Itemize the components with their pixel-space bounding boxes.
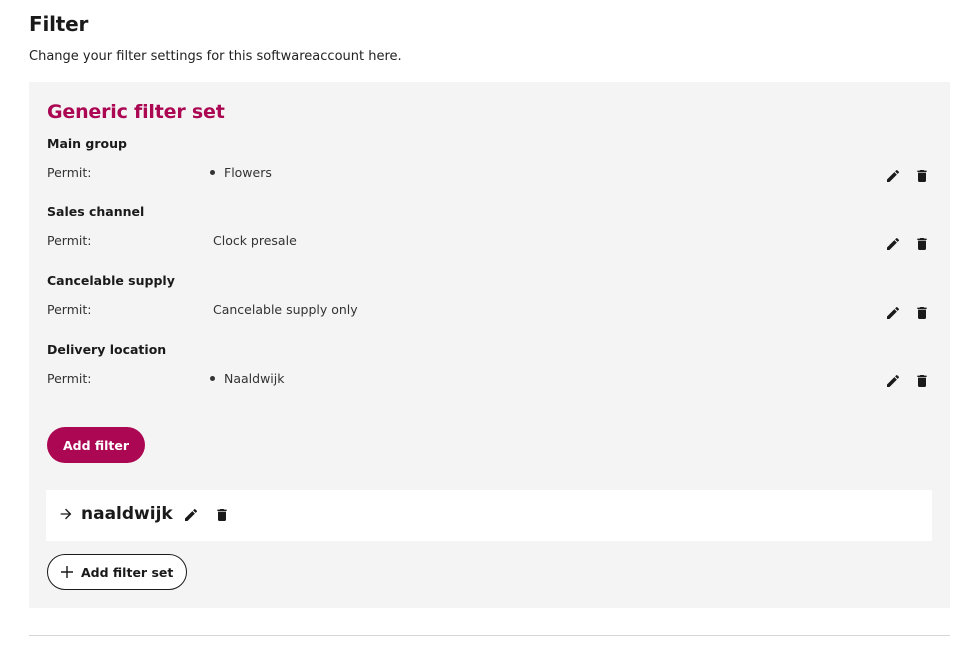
delete-filter-button[interactable]	[913, 304, 931, 322]
collapsed-filter-set[interactable]: naaldwijk	[46, 490, 932, 541]
permit-value: Clock presale	[213, 233, 297, 248]
arrow-right-icon[interactable]	[58, 506, 74, 522]
edit-filter-button[interactable]	[884, 167, 902, 185]
filter-group-sales-channel: Sales channel Permit: Clock presale	[47, 204, 937, 264]
permit-value: Cancelable supply only	[213, 302, 358, 317]
filter-group-delivery-location: Delivery location Permit: Naaldwijk	[47, 342, 937, 402]
trash-icon	[917, 170, 927, 182]
pencil-icon	[185, 508, 198, 521]
trash-icon	[917, 375, 927, 387]
permit-value-text: Flowers	[224, 165, 272, 180]
trash-icon	[917, 238, 927, 250]
permit-label: Permit:	[47, 233, 92, 248]
delete-filter-set-button[interactable]	[213, 506, 231, 524]
add-filter-set-label: Add filter set	[81, 564, 174, 580]
bullet-icon	[210, 376, 215, 381]
permit-value: Flowers	[210, 165, 272, 180]
add-filter-set-button[interactable]: Add filter set	[47, 554, 187, 590]
add-filter-button[interactable]: Add filter	[47, 427, 145, 463]
filter-group-cancelable-supply: Cancelable supply Permit: Cancelable sup…	[47, 273, 937, 333]
filter-group-title: Delivery location	[47, 342, 167, 357]
permit-label: Permit:	[47, 165, 92, 180]
trash-icon	[217, 509, 227, 521]
filter-set-name: naaldwijk	[81, 504, 173, 524]
filter-panel: Generic filter set Main group Permit: Fl…	[29, 82, 950, 608]
edit-filter-button[interactable]	[884, 304, 902, 322]
pencil-icon	[887, 306, 900, 319]
filter-group-main-group: Main group Permit: Flowers	[47, 136, 937, 196]
page-title: Filter	[29, 12, 89, 36]
filter-set-title: Generic filter set	[47, 101, 225, 123]
plus-icon	[60, 565, 74, 579]
page-description: Change your filter settings for this sof…	[29, 49, 402, 64]
filter-group-title: Sales channel	[47, 204, 145, 219]
divider	[29, 635, 950, 636]
filter-group-title: Main group	[47, 136, 127, 151]
bullet-icon	[210, 170, 215, 175]
permit-label: Permit:	[47, 371, 92, 386]
pencil-icon	[887, 169, 900, 182]
delete-filter-button[interactable]	[913, 235, 931, 253]
permit-value: Naaldwijk	[210, 371, 285, 386]
pencil-icon	[887, 374, 900, 387]
delete-filter-button[interactable]	[913, 372, 931, 390]
permit-value-text: Naaldwijk	[224, 371, 285, 386]
edit-filter-button[interactable]	[884, 235, 902, 253]
filter-group-title: Cancelable supply	[47, 273, 175, 288]
trash-icon	[917, 307, 927, 319]
permit-label: Permit:	[47, 302, 92, 317]
pencil-icon	[887, 237, 900, 250]
edit-filter-button[interactable]	[884, 372, 902, 390]
edit-filter-set-button[interactable]	[182, 506, 200, 524]
delete-filter-button[interactable]	[913, 167, 931, 185]
